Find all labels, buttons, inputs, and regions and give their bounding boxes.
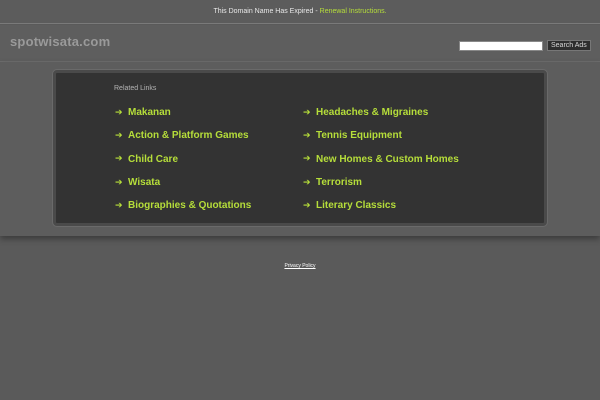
related-link[interactable]: ➔ New Homes & Custom Homes [303, 148, 459, 171]
related-links-heading: Related Links [114, 85, 157, 92]
arrow-right-icon: ➔ [115, 107, 123, 118]
arrow-right-icon: ➔ [115, 177, 123, 188]
arrow-right-icon: ➔ [303, 154, 311, 165]
related-link[interactable]: ➔ Biographies & Quotations [115, 194, 251, 217]
related-link-label: Action & Platform Games [128, 130, 249, 142]
related-link[interactable]: ➔ Terrorism [303, 171, 459, 194]
related-link-label: Terrorism [316, 177, 362, 189]
related-link-label: Child Care [128, 153, 179, 165]
arrow-right-icon: ➔ [303, 200, 311, 211]
site-header: spotwisata.com Search Ads [0, 25, 600, 62]
renewal-instructions-link[interactable]: Renewal Instructions. [320, 8, 387, 15]
related-links-panel: Related Links ➔ Makanan ➔ Action & Platfor… [53, 70, 547, 226]
related-link[interactable]: ➔ Literary Classics [303, 194, 459, 217]
related-link[interactable]: ➔ Headaches & Migraines [303, 101, 459, 124]
expired-text: This Domain Name Has Expired - [213, 8, 320, 15]
related-links-right-column: ➔ Headaches & Migraines ➔ Tennis Equipment… [303, 101, 459, 217]
site-name: spotwisata.com [10, 34, 111, 49]
related-link[interactable]: ➔ Makanan [115, 101, 251, 124]
related-link[interactable]: ➔ Child Care [115, 148, 251, 171]
arrow-right-icon: ➔ [115, 200, 123, 211]
related-link[interactable]: ➔ Wisata [115, 171, 251, 194]
footer: Privacy Policy [0, 254, 600, 272]
related-link-label: Biographies & Quotations [128, 200, 252, 212]
related-link-label: Literary Classics [316, 200, 397, 212]
arrow-right-icon: ➔ [303, 177, 311, 188]
related-link-label: Wisata [128, 177, 161, 189]
related-link-label: New Homes & Custom Homes [316, 153, 459, 165]
search-ads-button[interactable]: Search Ads [547, 40, 591, 51]
arrow-right-icon: ➔ [303, 130, 311, 141]
arrow-right-icon: ➔ [115, 154, 123, 165]
related-link-label: Makanan [128, 107, 171, 119]
related-link[interactable]: ➔ Tennis Equipment [303, 124, 459, 147]
expired-banner: This Domain Name Has Expired - Renewal I… [0, 0, 600, 24]
privacy-policy-link[interactable]: Privacy Policy [284, 263, 315, 269]
search-input[interactable] [459, 40, 543, 51]
related-link[interactable]: ➔ Action & Platform Games [115, 124, 251, 147]
arrow-right-icon: ➔ [115, 130, 123, 141]
search-form: Search Ads [459, 40, 591, 51]
related-links-left-column: ➔ Makanan ➔ Action & Platform Games ➔ Child… [115, 101, 251, 217]
related-link-label: Headaches & Migraines [316, 107, 429, 119]
related-link-label: Tennis Equipment [316, 130, 402, 142]
arrow-right-icon: ➔ [303, 107, 311, 118]
